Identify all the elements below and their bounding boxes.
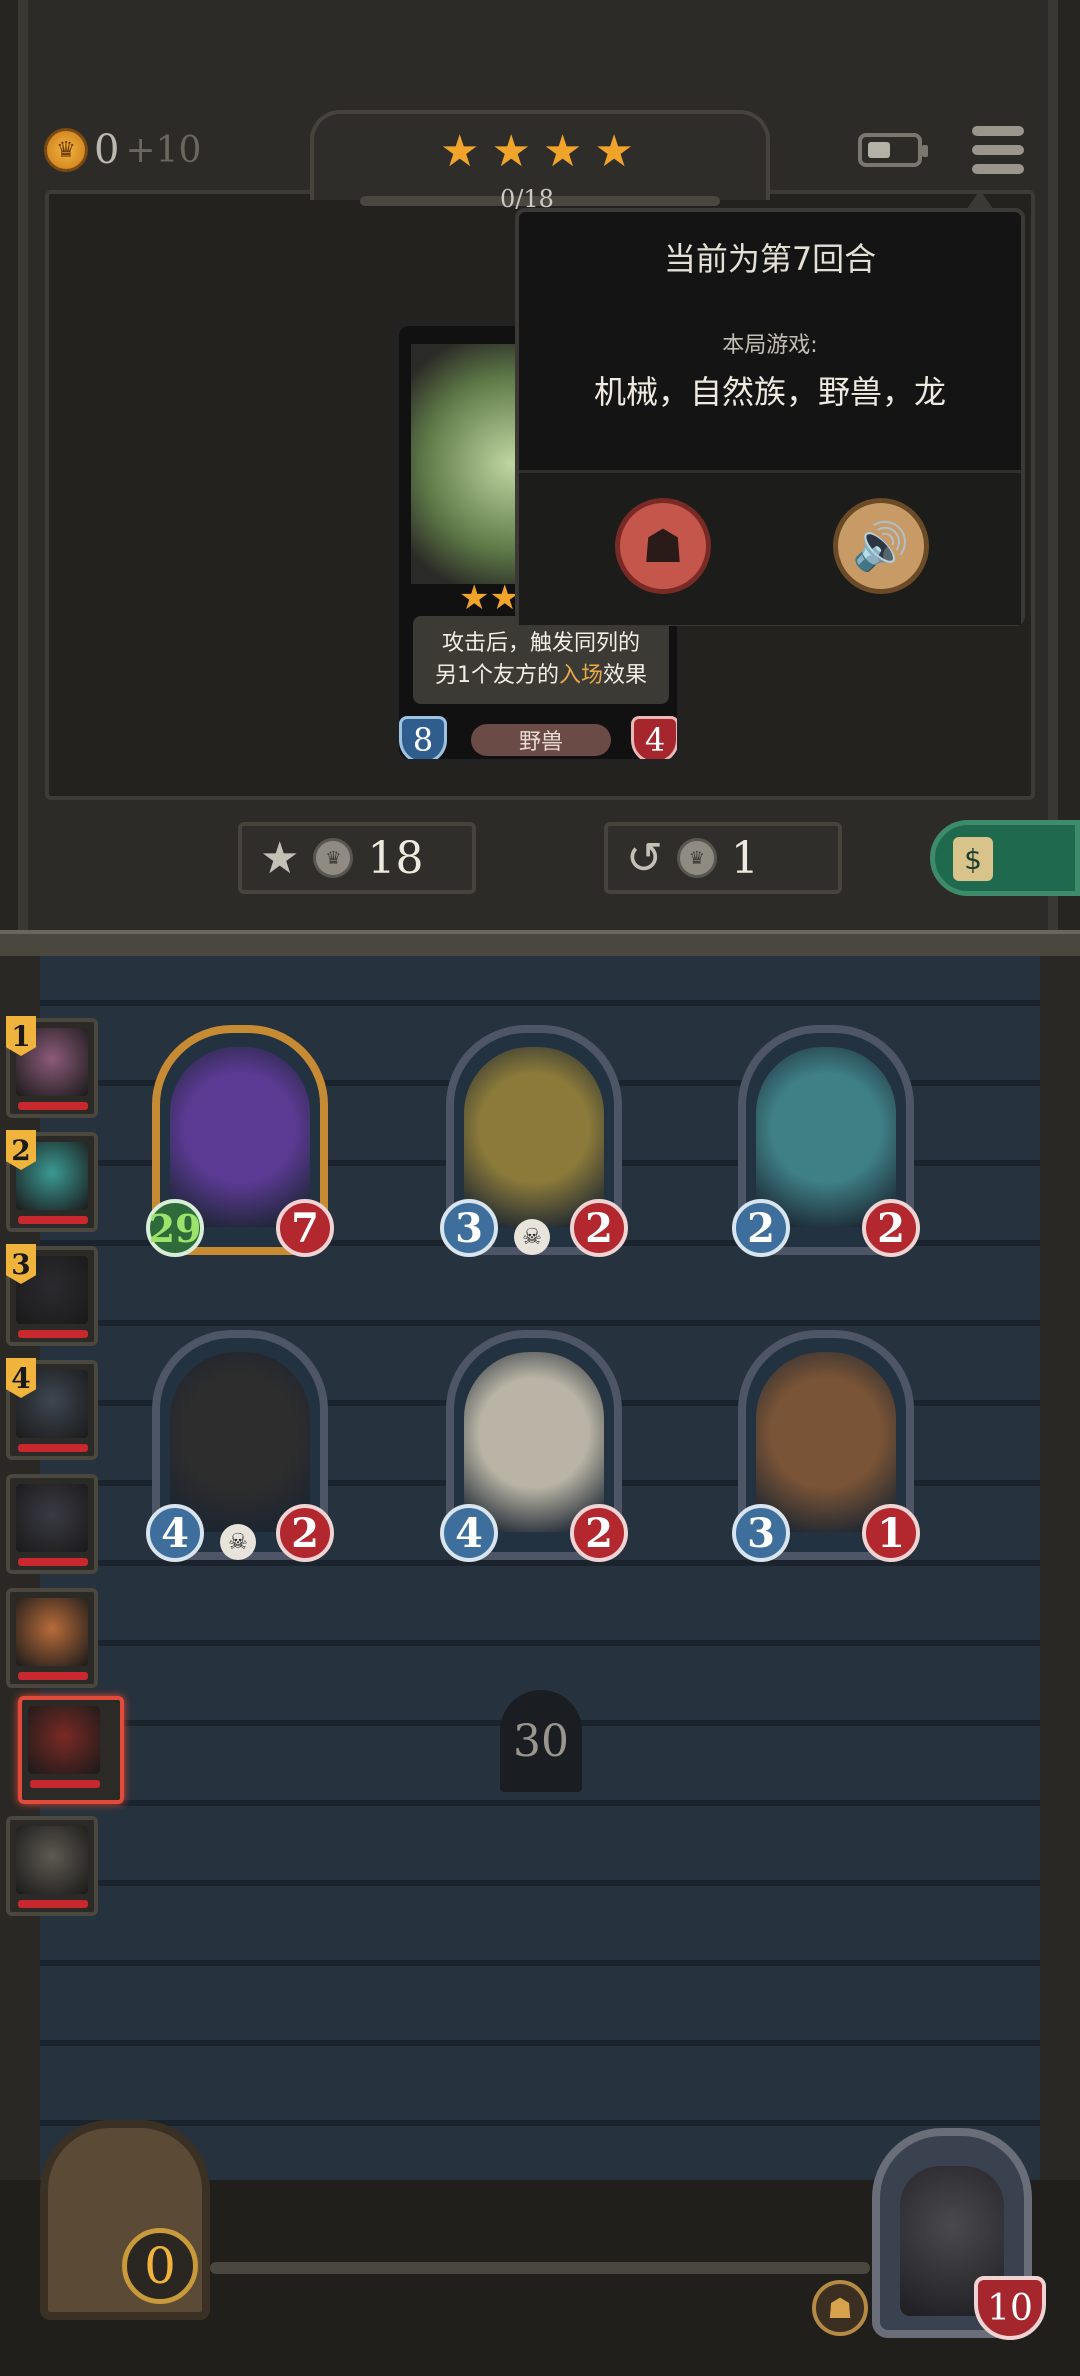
player-face [16, 1598, 88, 1666]
player-portrait[interactable] [6, 1816, 98, 1916]
player-face [28, 1706, 100, 1774]
minion-gold-dragon[interactable]: 3 2 ☠ [440, 1025, 628, 1257]
minion-health: 2 [570, 1504, 628, 1562]
player-face [16, 1826, 88, 1894]
minion-art [464, 1352, 604, 1532]
chest-gold: 0 [122, 2228, 198, 2304]
menu-button[interactable] [972, 126, 1024, 174]
menu-popup: 当前为第7回合 本局游戏: 机械，自然族，野兽，龙 ☗ 🔊 [515, 208, 1025, 626]
speaker-icon: 🔊 [852, 518, 910, 573]
gold-income: +10 [125, 129, 202, 171]
game-label: 本局游戏: [722, 333, 818, 358]
minion-art [756, 1047, 896, 1227]
player-portrait[interactable]: 4 [6, 1358, 98, 1460]
star-icon: ★ [594, 126, 634, 177]
star-icon: ★ [440, 126, 480, 177]
star-icon: ★ [542, 126, 583, 177]
player-health-bar [18, 1558, 88, 1566]
player-health-bar [18, 1330, 88, 1338]
minion-health: 2 [570, 1199, 628, 1257]
minion-art [170, 1047, 310, 1227]
upgrade-cost: 18 [367, 832, 424, 884]
minion-attack: 4 [440, 1504, 498, 1562]
minion-attack: 3 [732, 1504, 790, 1562]
lock-shop-button[interactable]: $ [930, 820, 1080, 896]
card-stars: ★★ [459, 578, 520, 618]
minion-attack: 2 [732, 1199, 790, 1257]
minion-health: 2 [862, 1199, 920, 1257]
gold-amount: 0 [94, 127, 120, 173]
minion-white-bird[interactable]: 42 [440, 1330, 628, 1562]
gold-display: ♛ 0 +10 [44, 122, 201, 178]
refresh-cost: 1 [730, 832, 759, 884]
chain [210, 2262, 870, 2274]
deathrattle-skull-icon: ☠ [514, 1219, 550, 1255]
card-desc-line2: 另1个友方的入场效果 [434, 663, 648, 688]
lock-icon: $ [953, 837, 993, 881]
card-desc-line1: 攻击后，触发同列的 [441, 631, 640, 656]
minion-health: 2 [276, 1504, 334, 1562]
minion-attack: 4 [146, 1504, 204, 1562]
player-health-bar [18, 1444, 88, 1452]
player-portrait[interactable] [6, 1588, 98, 1688]
menu-line [972, 126, 1024, 136]
deathrattle-skull-icon: ☠ [220, 1524, 256, 1560]
player-health-bar [30, 1780, 100, 1788]
battery-icon [858, 133, 928, 167]
minion-drill-robot[interactable]: 31 [732, 1330, 920, 1562]
star-icon: ★ [491, 126, 531, 177]
player-portrait[interactable]: 2 [6, 1130, 98, 1232]
crown-coin-icon: ♛ [44, 128, 88, 172]
minion-art [756, 1352, 896, 1532]
coin-icon: ♛ [313, 838, 354, 878]
player-portrait[interactable] [6, 1474, 98, 1574]
popup-arrow [966, 190, 994, 210]
minion-attack: 3 [440, 1199, 498, 1257]
player-portrait[interactable]: 3 [6, 1244, 98, 1346]
minion-health: 1 [862, 1504, 920, 1562]
player-portrait[interactable] [18, 1696, 124, 1804]
minion-art [464, 1047, 604, 1227]
turn-timer: 30 [500, 1690, 582, 1792]
popup-buttons: ☗ 🔊 [519, 470, 1021, 625]
surrender-button[interactable]: ☗ [615, 498, 711, 594]
round-text: 当前为第7回合 [663, 240, 877, 278]
player-face [16, 1484, 88, 1552]
tribes-text: 机械，自然族，野兽，龙 [593, 373, 946, 411]
sound-button[interactable]: 🔊 [833, 498, 929, 594]
minion-black-spider[interactable]: 4 2 ☠ [146, 1330, 334, 1562]
minion-health: 7 [276, 1199, 334, 1257]
minion-purple-dragon[interactable]: 29 7 [146, 1025, 334, 1257]
tier-stars: ★ ★ ★ ★ [440, 130, 634, 174]
player-health-bar [18, 1672, 88, 1680]
player-health-bar [18, 1102, 88, 1110]
helmet-icon: ☗ [827, 2291, 853, 2325]
upgrade-tavern-button[interactable]: ★ ♛ 18 [238, 822, 476, 894]
minion-attack: 29 [146, 1199, 204, 1257]
refresh-icon: ↺ [626, 832, 663, 884]
card-attack: 8 [399, 716, 447, 759]
card-tribe: 野兽 [471, 724, 611, 756]
hero-power-button[interactable]: ☗ [812, 2280, 868, 2336]
refresh-button[interactable]: ↺ ♛ 1 [604, 822, 842, 894]
card-health: 4 [631, 716, 677, 759]
star-up-icon: ★ [260, 832, 300, 884]
menu-line [972, 145, 1024, 155]
menu-line [972, 164, 1024, 174]
player-health-bar [18, 1900, 88, 1908]
minion-art [170, 1352, 310, 1532]
player-health-bar [18, 1216, 88, 1224]
helmet-icon: ☗ [642, 519, 684, 573]
minion-fish-tank-mech[interactable]: 22 [732, 1025, 920, 1257]
player-portrait[interactable]: 1 [6, 1016, 98, 1118]
right-wall [1040, 956, 1080, 2376]
card-description: 攻击后，触发同列的 另1个友方的入场效果 [413, 616, 669, 704]
coin-icon: ♛ [676, 838, 717, 878]
